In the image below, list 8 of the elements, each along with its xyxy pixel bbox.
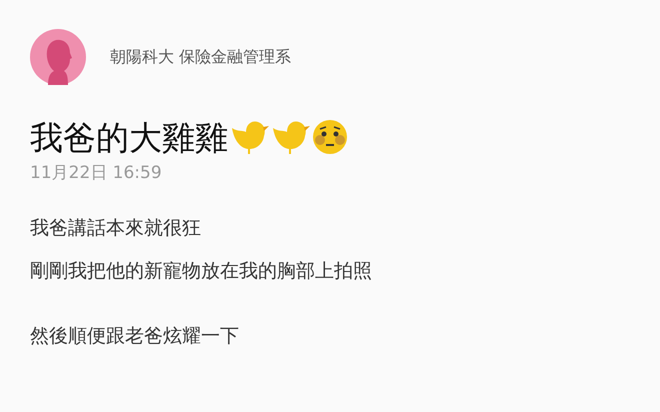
post-text-line: 我爸講話本來就很狂	[30, 216, 202, 238]
post-title: 我爸的大雞雞	[30, 120, 228, 154]
post-text-line: 剛剛我把他的新寵物放在我的胸部上拍照	[30, 260, 373, 282]
post-date: 11月22日 16:59	[30, 162, 163, 185]
post-text-line: 然後順便跟老爸炫耀一下	[30, 324, 240, 346]
school-name: 朝陽科大 保險金融管理系	[110, 46, 292, 68]
worried-face-icon	[312, 119, 348, 155]
avatar-icon	[30, 29, 86, 85]
